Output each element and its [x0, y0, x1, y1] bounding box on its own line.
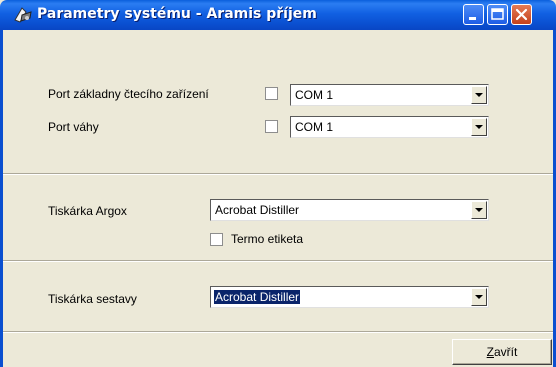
- app-icon[interactable]: [13, 6, 33, 24]
- dropdown-arrow-icon: [475, 125, 483, 129]
- close-window-button[interactable]: [511, 4, 532, 25]
- minimize-button[interactable]: [463, 4, 484, 25]
- scale-port-select[interactable]: COM 1: [290, 116, 489, 138]
- argox-printer-value: Acrobat Distiller: [215, 203, 300, 217]
- close-icon: [515, 8, 528, 21]
- dropdown-arrow-icon: [475, 295, 483, 299]
- dropdown-button[interactable]: [471, 86, 487, 104]
- scale-port-checkbox[interactable]: [265, 120, 278, 133]
- report-printer-select[interactable]: Acrobat Distiller: [210, 286, 489, 308]
- title-bar[interactable]: Parametry systému - Aramis příjem: [0, 0, 556, 30]
- dropdown-button[interactable]: [471, 288, 487, 306]
- argox-printer-label: Tiskárka Argox: [48, 204, 127, 218]
- reader-port-value: COM 1: [295, 88, 334, 102]
- minimize-icon: [469, 17, 476, 20]
- maximize-icon: [491, 8, 504, 20]
- dropdown-arrow-icon: [475, 93, 483, 97]
- section-divider: [3, 260, 553, 262]
- section-divider: [3, 173, 553, 175]
- close-button[interactable]: Zavřít: [452, 339, 552, 365]
- close-button-accel: Z: [486, 345, 494, 359]
- reader-port-checkbox[interactable]: [265, 87, 278, 100]
- argox-printer-select[interactable]: Acrobat Distiller: [210, 199, 489, 221]
- thermo-label-checkbox[interactable]: [210, 233, 223, 246]
- maximize-button[interactable]: [487, 4, 508, 25]
- report-printer-value: Acrobat Distiller: [212, 289, 302, 305]
- reader-port-select[interactable]: COM 1: [290, 84, 489, 106]
- dropdown-button[interactable]: [471, 118, 487, 136]
- report-printer-label: Tiskárka sestavy: [48, 292, 137, 306]
- thermo-label-text: Termo etiketa: [231, 232, 304, 246]
- window-title: Parametry systému - Aramis příjem: [37, 6, 317, 22]
- window-frame-left: [0, 30, 3, 367]
- close-button-label: avřít: [494, 345, 518, 359]
- section-divider: [3, 331, 553, 333]
- scale-port-label: Port váhy: [48, 120, 99, 134]
- dropdown-arrow-icon: [475, 208, 483, 212]
- scale-port-value: COM 1: [295, 120, 334, 134]
- reader-port-label: Port základny čtecího zařízení: [48, 87, 209, 101]
- dropdown-button[interactable]: [471, 201, 487, 219]
